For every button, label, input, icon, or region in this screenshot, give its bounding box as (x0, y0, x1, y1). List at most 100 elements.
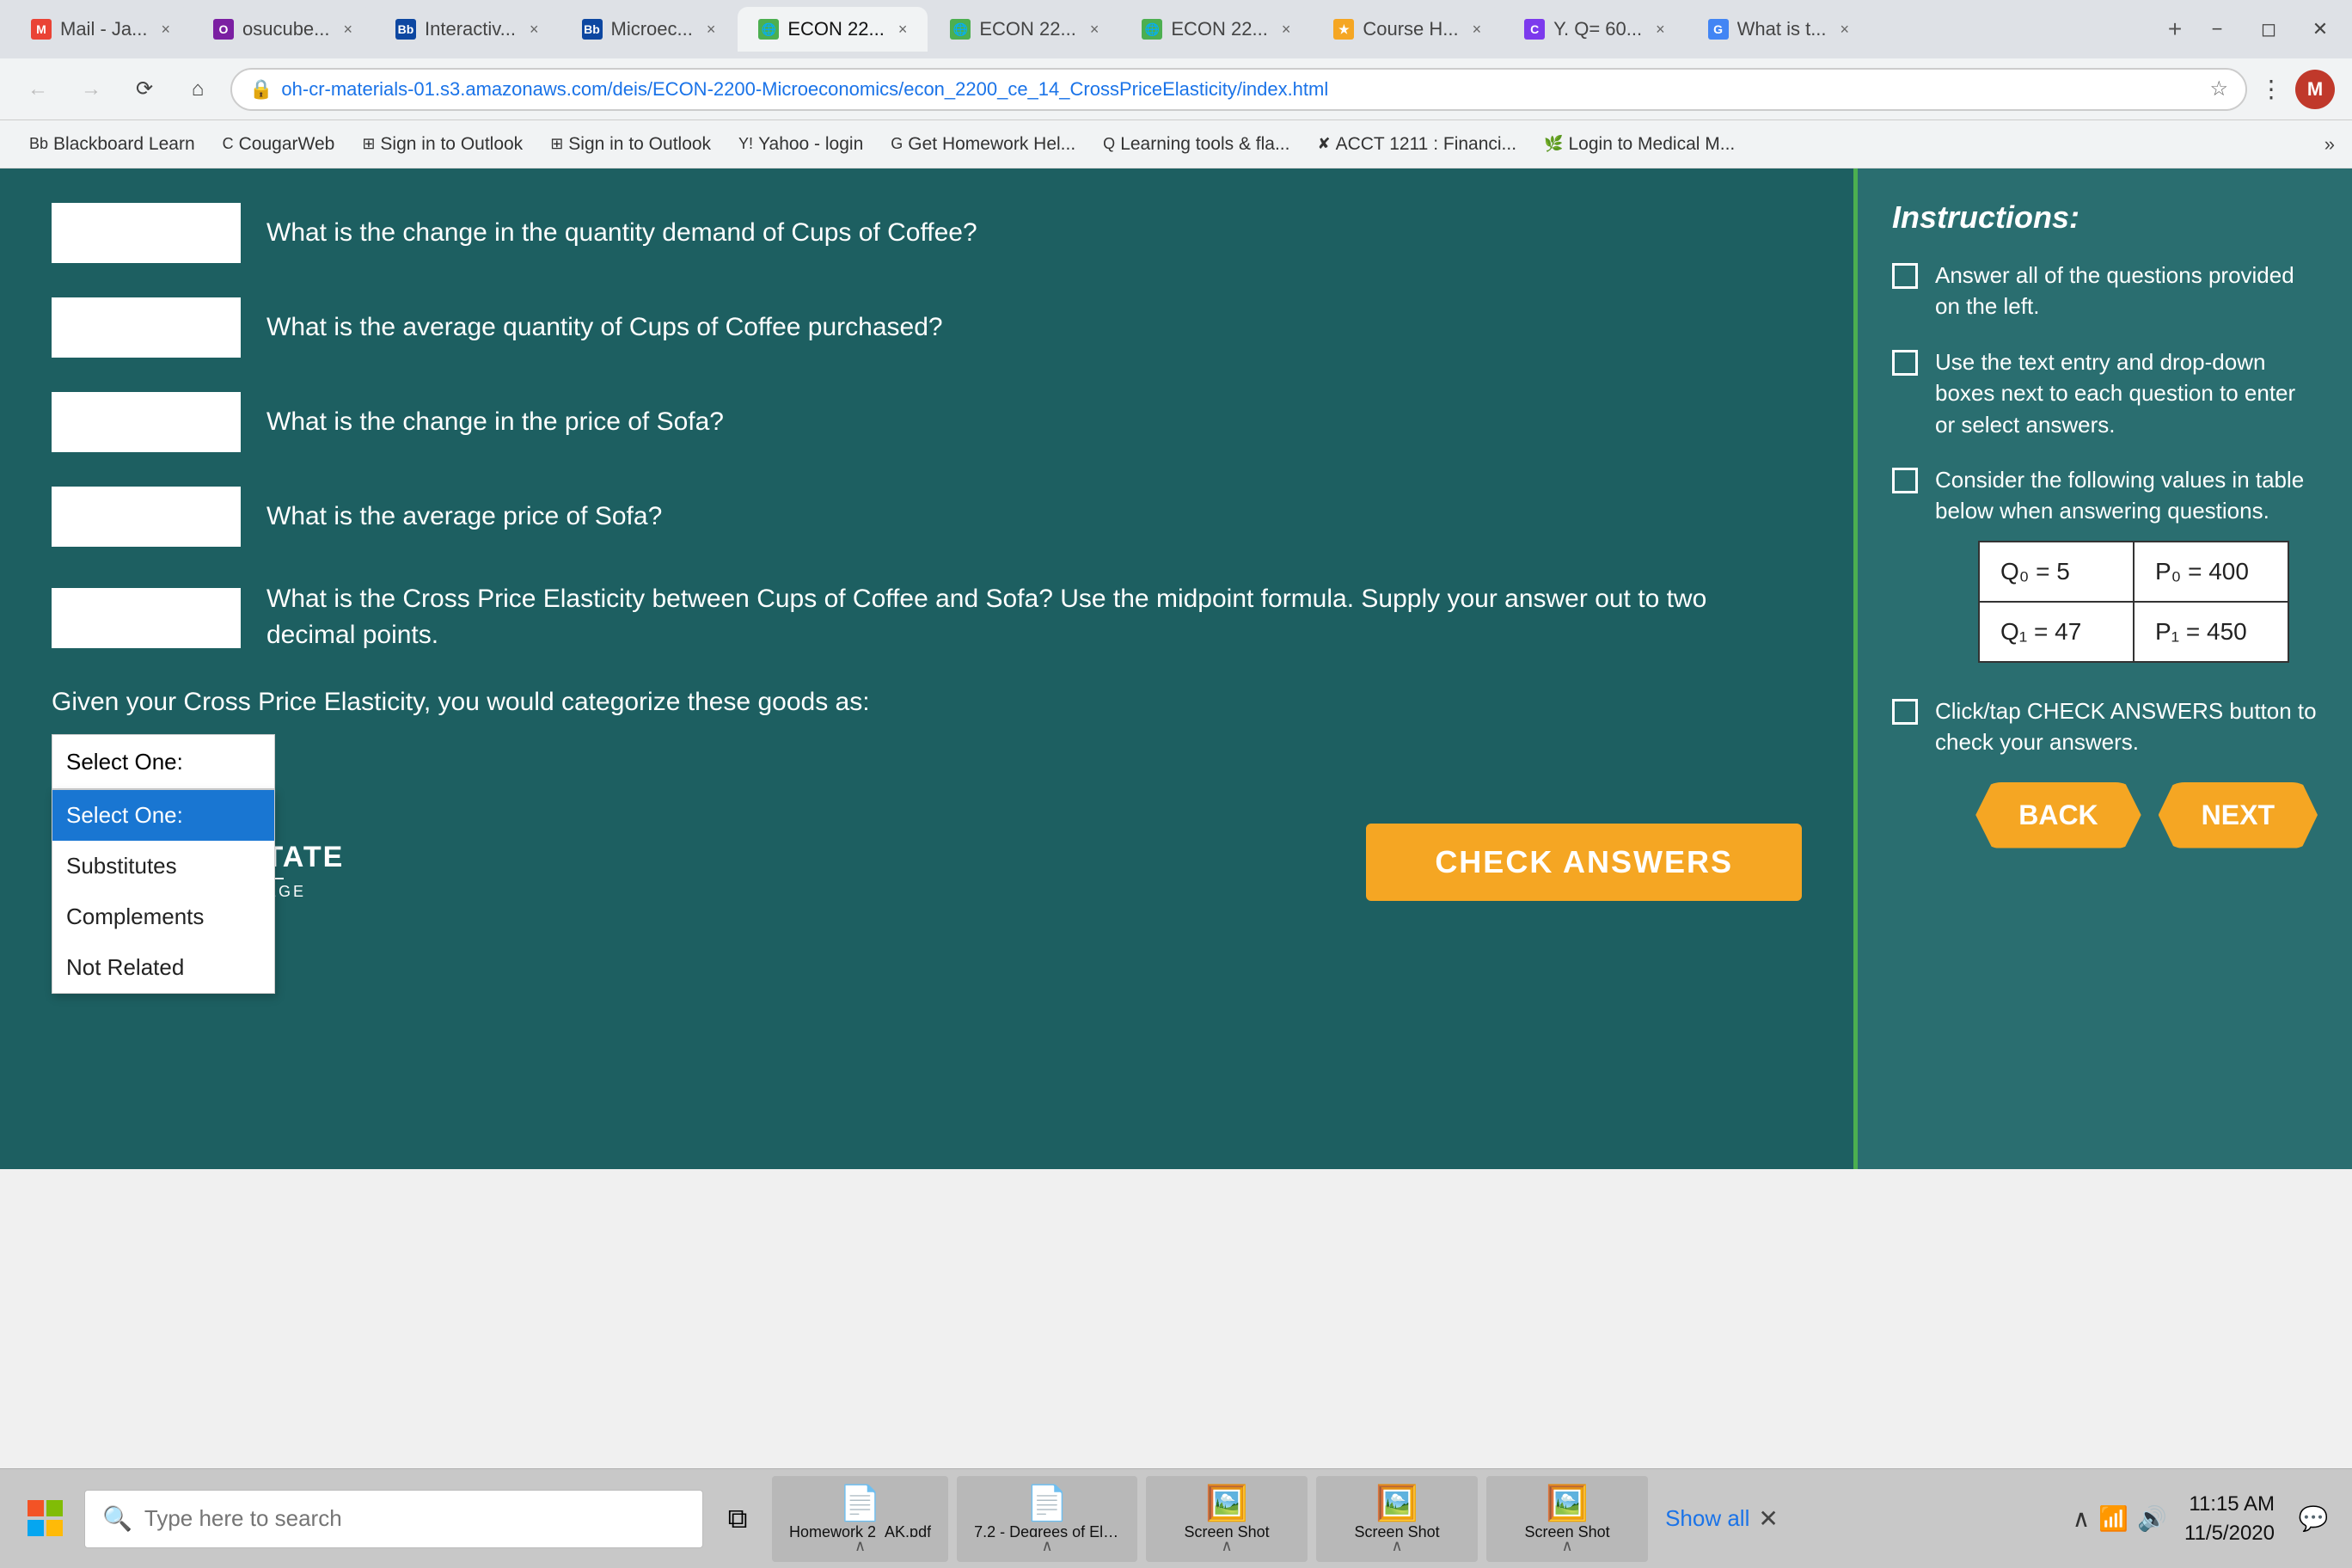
taskbar-item-img1[interactable]: 🖼️ Screen Shot ∧ (1149, 1479, 1304, 1559)
notification-button[interactable]: 💬 (2292, 1498, 2335, 1540)
taskbar-item-pdf1[interactable]: 📄 Homework 2_AK.pdf ∧ (775, 1479, 945, 1559)
bookmark-item-1[interactable]: CCougarWeb (211, 129, 347, 160)
taskbar-app-img2[interactable]: 🖼️ Screen Shot ∧ (1316, 1476, 1478, 1562)
taskbar-label-img2: Screen Shot (1355, 1523, 1440, 1537)
browser-tab-mail[interactable]: MMail - Ja...× (10, 7, 191, 52)
taskbar-label-pdf2: 7.2 - Degrees of El....pdf (974, 1523, 1120, 1537)
volume-icon[interactable]: 🔊 (2137, 1504, 2167, 1533)
minimize-button[interactable]: − (2196, 10, 2239, 48)
forward-nav-button[interactable]: → (70, 69, 112, 110)
question-text-5: What is the Cross Price Elasticity betwe… (266, 581, 1802, 653)
browser-tab-econ22_2[interactable]: 🌐ECON 22...× (929, 7, 1119, 52)
tab-close-whatis[interactable]: × (1841, 21, 1850, 39)
tab-close-courseh[interactable]: × (1473, 21, 1482, 39)
taskbar-caret-img2[interactable]: ∧ (1391, 1537, 1402, 1555)
bookmark-star-icon[interactable]: ☆ (2209, 77, 2228, 101)
bookmark-item-4[interactable]: Y!Yahoo - login (726, 129, 875, 160)
tab-close-econ22_1[interactable]: × (898, 21, 908, 39)
tab-close-osucube[interactable]: × (344, 21, 353, 39)
taskbar-caret-pdf2[interactable]: ∧ (1041, 1537, 1052, 1555)
bookmark-item-3[interactable]: ⊞Sign in to Outlook (538, 129, 723, 160)
taskbar-label-img3: Screen Shot (1525, 1523, 1610, 1537)
checkbox-3[interactable] (1892, 468, 1918, 493)
tab-close-econ22_2[interactable]: × (1090, 21, 1099, 39)
bookmark-item-0[interactable]: BbBlackboard Learn (17, 129, 207, 160)
search-bar[interactable]: 🔍 (84, 1490, 703, 1548)
profile-avatar[interactable]: M (2295, 70, 2335, 109)
values-table: Q₀ = 5 P₀ = 400 Q₁ = 47 P₁ = 450 (1978, 541, 2289, 663)
browser-tab-econ22_3[interactable]: 🌐ECON 22...× (1121, 7, 1311, 52)
tab-close-econ22_3[interactable]: × (1282, 21, 1291, 39)
answer-input-3[interactable] (52, 392, 241, 452)
dropdown-option-substitutes[interactable]: Substitutes (52, 841, 274, 891)
taskbar-app-img3[interactable]: 🖼️ Screen Shot ∧ (1486, 1476, 1648, 1562)
table-p0: P₀ = 400 (2134, 542, 2288, 602)
url-bar[interactable]: 🔒 oh-cr-materials-01.s3.amazonaws.com/de… (230, 68, 2247, 111)
sys-icons: ∧ 📶 🔊 (2073, 1504, 2167, 1533)
back-button[interactable]: BACK (1975, 782, 2141, 848)
taskbar-item-img2[interactable]: 🖼️ Screen Shot ∧ (1320, 1479, 1474, 1559)
url-text[interactable]: oh-cr-materials-01.s3.amazonaws.com/deis… (281, 78, 2201, 101)
tab-close-mail[interactable]: × (161, 21, 170, 39)
menu-icon[interactable]: ⋮ (2259, 75, 2283, 103)
up-arrow-icon[interactable]: ∧ (2073, 1504, 2091, 1533)
browser-tab-osucube[interactable]: Oosucube...× (193, 7, 373, 52)
next-button[interactable]: NEXT (2159, 782, 2318, 848)
checkbox-2[interactable] (1892, 350, 1918, 376)
tab-close-interactives[interactable]: × (530, 21, 539, 39)
browser-tab-interactives[interactable]: BbInteractiv...× (375, 7, 559, 52)
tab-close-microecon[interactable]: × (707, 21, 716, 39)
table-p1: P₁ = 450 (2134, 602, 2288, 662)
start-button[interactable] (17, 1490, 76, 1548)
taskbar-item-img3[interactable]: 🖼️ Screen Shot ∧ (1490, 1479, 1645, 1559)
taskbar-caret-pdf1[interactable]: ∧ (854, 1537, 866, 1555)
bookmark-item-5[interactable]: GGet Homework Hel... (879, 129, 1087, 160)
back-nav-button[interactable]: ← (17, 69, 58, 110)
taskbar-caret-img3[interactable]: ∧ (1561, 1537, 1572, 1555)
answer-input-5[interactable] (52, 588, 241, 648)
task-view-button[interactable]: ⧉ (712, 1493, 763, 1545)
dropdown-option-not-related[interactable]: Not Related (52, 942, 274, 993)
taskbar: 🔍 ⧉ 📄 Homework 2_AK.pdf ∧ 📄 7.2 - Degree… (0, 1468, 2352, 1568)
goods-select[interactable]: Select One: Substitutes Complements Not … (52, 734, 275, 789)
dropdown-option-select[interactable]: Select One: (52, 790, 274, 841)
taskbar-app-pdf1[interactable]: 📄 Homework 2_AK.pdf ∧ (772, 1476, 948, 1562)
browser-tab-courseh[interactable]: ★Course H...× (1313, 7, 1502, 52)
clock[interactable]: 11:15 AM 11/5/2020 (2184, 1490, 2275, 1547)
restore-button[interactable]: ◻ (2247, 10, 2290, 48)
taskbar-app-pdf2[interactable]: 📄 7.2 - Degrees of El....pdf ∧ (957, 1476, 1137, 1562)
browser-tab-whatis[interactable]: GWhat is t...× (1687, 7, 1870, 52)
bookmarks-more-icon[interactable]: » (2324, 133, 2335, 156)
close-button[interactable]: ✕ (2299, 10, 2342, 48)
bookmark-item-6[interactable]: QLearning tools & fla... (1091, 129, 1302, 160)
search-input[interactable] (144, 1505, 685, 1532)
question-row-4: What is the average price of Sofa? (52, 487, 1802, 547)
bookmarks-bar: BbBlackboard LearnCCougarWeb⊞Sign in to … (0, 120, 2352, 168)
taskbar-app-img1[interactable]: 🖼️ Screen Shot ∧ (1146, 1476, 1308, 1562)
checkbox-4[interactable] (1892, 699, 1918, 725)
taskbar-close-button[interactable]: ✕ (1758, 1504, 1778, 1533)
lock-icon: 🔒 (249, 78, 273, 101)
tab-close-yq60[interactable]: × (1656, 21, 1665, 39)
browser-tab-yq60[interactable]: CY. Q= 60...× (1504, 7, 1685, 52)
bookmark-item-7[interactable]: ✘ACCT 1211 : Financi... (1305, 129, 1528, 160)
tab-add-button[interactable]: + (2156, 10, 2194, 48)
answer-input-1[interactable] (52, 203, 241, 263)
bookmark-item-2[interactable]: ⊞Sign in to Outlook (350, 129, 535, 160)
checkbox-1[interactable] (1892, 263, 1918, 289)
browser-tab-econ22_1[interactable]: 🌐ECON 22...× (738, 7, 928, 52)
network-icon[interactable]: 📶 (2098, 1504, 2128, 1533)
home-button[interactable]: ⌂ (177, 69, 218, 110)
bookmark-item-8[interactable]: 🌿Login to Medical M... (1532, 129, 1747, 160)
show-all-button[interactable]: Show all (1665, 1505, 1749, 1532)
question-text-4: What is the average price of Sofa? (266, 499, 662, 535)
answer-input-4[interactable] (52, 487, 241, 547)
browser-tab-microecon[interactable]: BbMicroec...× (561, 7, 737, 52)
taskbar-caret-img1[interactable]: ∧ (1221, 1537, 1232, 1555)
taskbar-item-pdf2[interactable]: 📄 7.2 - Degrees of El....pdf ∧ (960, 1479, 1134, 1559)
answer-input-2[interactable] (52, 297, 241, 358)
check-answers-button[interactable]: CHECK ANSWERS (1366, 824, 1802, 901)
refresh-button[interactable]: ⟳ (124, 69, 165, 110)
dropdown-option-complements[interactable]: Complements (52, 891, 274, 942)
pdf-icon-2: 📄 (1026, 1483, 1069, 1523)
